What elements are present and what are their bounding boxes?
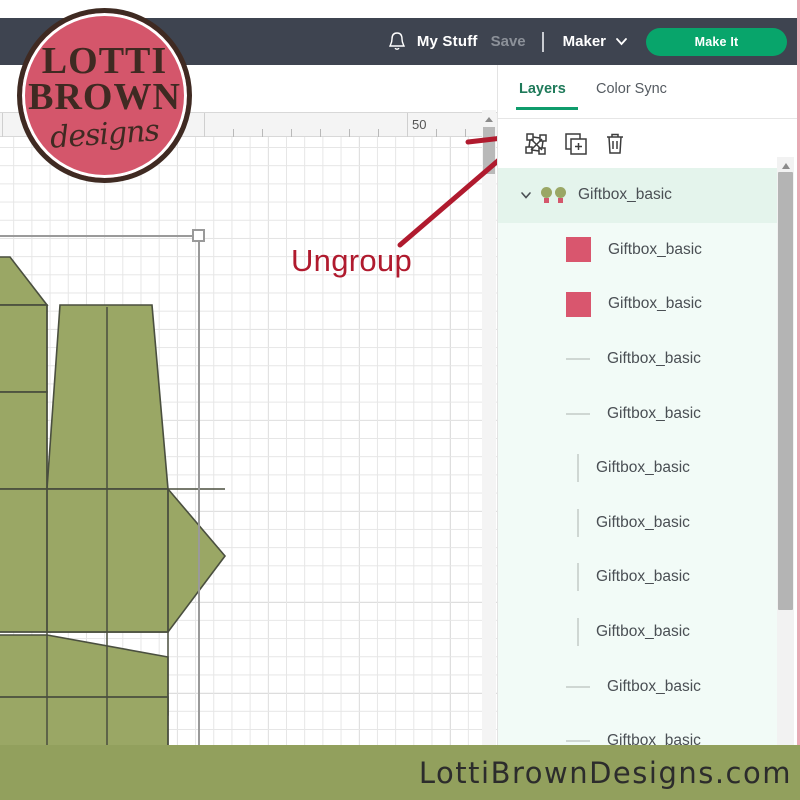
layer-list[interactable]: Giftbox_basic Giftbox_basic Giftbox_basi… [498,168,783,745]
layer-name: Giftbox_basic [607,350,701,368]
layer-name: Giftbox_basic [596,568,690,586]
layer-name: Giftbox_basic [608,240,702,258]
layer-row[interactable]: Giftbox_basic [498,659,783,714]
layer-row[interactable]: Giftbox_basic [498,386,783,441]
vertical-line-icon [577,454,579,483]
layer-name: Giftbox_basic [578,186,672,204]
layers-panel: Layers Color Sync Giftbox_basic Giftbox_… [497,65,797,745]
panel-tab-bar: Layers Color Sync [498,65,797,119]
logo-line-2: BROWN [28,76,181,118]
make-it-button[interactable]: Make It [646,27,787,56]
delete-button[interactable] [600,129,630,159]
chevron-down-icon[interactable] [614,34,629,49]
layer-row[interactable]: Giftbox_basic [498,550,783,605]
color-swatch-icon[interactable] [566,291,591,317]
layer-row[interactable]: Giftbox_basic [498,495,783,551]
layers-scroll-thumb[interactable] [778,172,793,610]
layer-toolbar [498,119,797,169]
group-thumbnail-icon [541,186,567,204]
layer-name: Giftbox_basic [607,732,701,745]
logo-line-1: LOTTI [41,39,168,82]
tab-active-underline [516,107,578,110]
lotti-brown-logo: LOTTI BROWN designs [17,8,192,183]
layer-name: Giftbox_basic [607,404,701,422]
layer-name: Giftbox_basic [608,295,702,313]
save-button[interactable]: Save [491,33,526,50]
tab-layers[interactable]: Layers [516,81,578,110]
selection-handle-top-right[interactable] [192,229,205,242]
vertical-line-icon [577,618,579,647]
ungroup-button[interactable] [522,129,552,159]
footer-banner: LottiBrownDesigns.com [0,745,800,800]
layer-name: Giftbox_basic [596,623,690,641]
layer-row[interactable]: Giftbox_basic [498,604,783,660]
my-stuff-link[interactable]: My Stuff [417,33,478,50]
tab-color-sync[interactable]: Color Sync [596,81,667,97]
vertical-line-icon [577,508,579,537]
vertical-line-icon [577,563,579,592]
layer-row[interactable]: Giftbox_basic [498,331,783,387]
header-divider [541,31,544,52]
duplicate-button[interactable] [561,129,591,159]
ungroup-annotation-label: Ungroup [291,243,413,278]
layer-row[interactable]: Giftbox_basic [498,222,783,278]
app-root: 50 Ungroup My Stuff Save Maker Make It L… [0,0,800,800]
color-swatch-icon[interactable] [566,237,591,263]
selection-edge-right [198,235,200,745]
scroll-up-arrow-icon[interactable] [780,158,792,169]
footer-website-text: LottiBrownDesigns.com [418,755,792,790]
machine-selector-label[interactable]: Maker [563,33,606,50]
layer-row[interactable]: Giftbox_basic [498,713,783,745]
layer-row[interactable]: Giftbox_basic [498,440,783,496]
horizontal-line-icon [566,685,590,688]
layer-row[interactable]: Giftbox_basic [498,277,783,332]
chevron-down-icon[interactable] [519,188,533,202]
layer-name: Giftbox_basic [596,459,690,477]
logo-line-3: designs [48,113,161,156]
tab-layers-label: Layers [519,81,566,97]
selection-edge-top [0,235,199,237]
horizontal-line-icon [566,358,590,361]
horizontal-line-icon [566,412,590,415]
layer-name: Giftbox_basic [596,513,690,531]
layer-row-group[interactable]: Giftbox_basic [498,168,783,223]
bell-icon[interactable] [387,31,407,53]
layer-name: Giftbox_basic [607,677,701,695]
horizontal-line-icon [566,740,590,743]
